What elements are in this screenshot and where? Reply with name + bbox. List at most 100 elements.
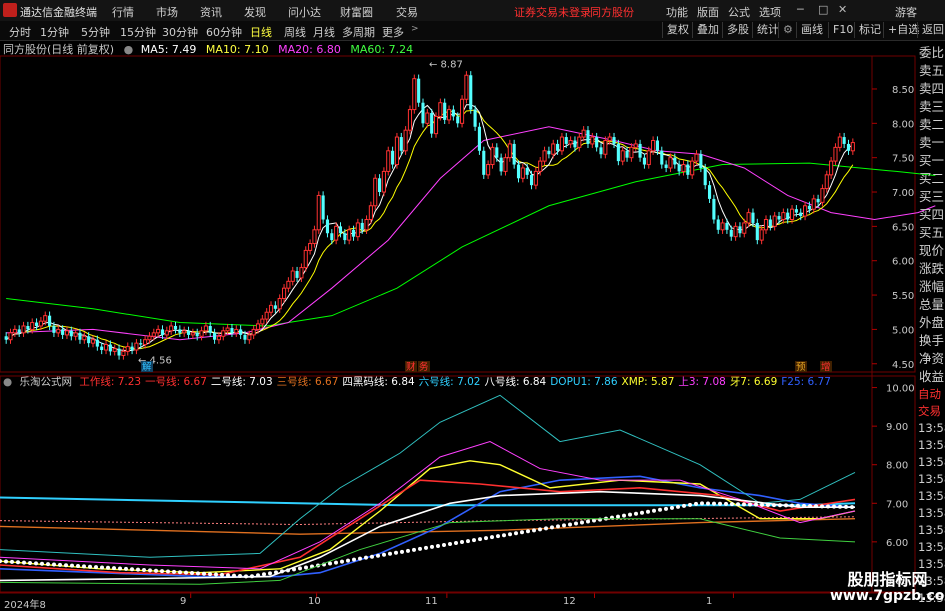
indicator-dot bbox=[802, 503, 806, 508]
indicator-dot bbox=[148, 568, 152, 573]
candle-body-down bbox=[325, 219, 330, 234]
sidebar-item[interactable]: 卖二 bbox=[917, 116, 945, 134]
candle-body-down bbox=[477, 126, 481, 151]
candle-body-down bbox=[729, 229, 733, 237]
indicator-dot bbox=[832, 504, 836, 509]
stock-chart[interactable]: 8.50 8.00 7.50 7.00 6.50 6.00 5.50 5.00 4.50 10.0… bbox=[0, 0, 945, 609]
x-label-nov: 11 bbox=[425, 596, 438, 607]
indicator-dot bbox=[136, 567, 140, 572]
candle-body-up bbox=[577, 136, 582, 148]
sidebar-time-item[interactable]: 13:58 bbox=[917, 522, 945, 539]
candle-body-down bbox=[499, 157, 503, 172]
sidebar-item[interactable]: 收益 bbox=[917, 368, 945, 386]
sidebar-item[interactable]: 买五 bbox=[917, 224, 945, 242]
indicator-dot bbox=[622, 513, 626, 518]
candle-body-up bbox=[38, 320, 43, 327]
indicator-dot bbox=[682, 503, 686, 508]
sidebar-item[interactable]: 卖四 bbox=[917, 80, 945, 98]
candle-body-up bbox=[520, 167, 525, 179]
indicator-dot bbox=[58, 562, 62, 567]
candle-body-up bbox=[277, 297, 282, 310]
candle-body-down bbox=[456, 116, 460, 124]
sidebar-time-item[interactable]: 自动 bbox=[917, 386, 945, 403]
indicator-dot bbox=[250, 574, 254, 579]
sidebar-item[interactable]: 总量 bbox=[917, 296, 945, 314]
sidebar-time-item[interactable]: 交易 bbox=[917, 403, 945, 420]
candle-body-down bbox=[768, 219, 772, 227]
candle-body-down bbox=[716, 219, 720, 230]
indicator-dot bbox=[124, 566, 128, 571]
sidebar-time-item[interactable]: 13:58 bbox=[917, 488, 945, 505]
indicator-dot bbox=[400, 549, 404, 554]
indicator-panel-frame bbox=[0, 375, 916, 593]
candle-body-up bbox=[433, 115, 439, 135]
indicator-dot bbox=[352, 557, 356, 562]
candle-body-down bbox=[338, 226, 343, 234]
candle-body-down bbox=[139, 343, 143, 345]
indicator-dot bbox=[208, 572, 212, 577]
candle-body-down bbox=[178, 329, 182, 333]
sidebar-time-item[interactable]: 13:58 bbox=[917, 454, 945, 471]
sidebar-item[interactable]: 换手 bbox=[917, 332, 945, 350]
indicator-dot bbox=[634, 511, 638, 516]
sidebar-item[interactable]: 买一 bbox=[917, 152, 945, 170]
sidebar-item[interactable]: 现价 bbox=[917, 242, 945, 260]
indicator-dot bbox=[166, 569, 170, 574]
sidebar-time-item[interactable]: 13:58 bbox=[917, 505, 945, 522]
sidebar-item[interactable]: 卖一 bbox=[917, 134, 945, 152]
sidebar-item[interactable]: 买三 bbox=[917, 188, 945, 206]
indicator-dot bbox=[718, 501, 722, 506]
indicator-dot bbox=[808, 504, 812, 509]
sidebar-item[interactable]: 卖五 bbox=[917, 62, 945, 80]
indicator-dot bbox=[820, 504, 824, 509]
sidebar-item[interactable]: 卖三 bbox=[917, 98, 945, 116]
sidebar-item[interactable]: 买四 bbox=[917, 206, 945, 224]
indicator-dot bbox=[274, 570, 278, 575]
sidebar-item[interactable]: 外盘 bbox=[917, 314, 945, 332]
indicator-dot bbox=[16, 560, 20, 565]
candle-body-up bbox=[156, 328, 161, 334]
sidebar-item[interactable]: 净资 bbox=[917, 350, 945, 368]
price-tick-label: 7.00 bbox=[892, 188, 914, 199]
sidebar-time-item[interactable]: 13:58 bbox=[917, 539, 945, 556]
indicator-dot bbox=[496, 534, 500, 539]
sidebar-time-item[interactable]: 13:58 bbox=[917, 420, 945, 437]
indicator-dot bbox=[34, 561, 38, 566]
candle-body-up bbox=[234, 328, 239, 334]
sidebar-time-item[interactable]: 13:58 bbox=[917, 471, 945, 488]
sidebar-item[interactable]: 买二 bbox=[917, 170, 945, 188]
candle-body-up bbox=[829, 160, 834, 176]
indicator-line-f25 bbox=[0, 475, 856, 578]
indicator-dot bbox=[448, 542, 452, 546]
indicator-dot bbox=[790, 503, 794, 508]
indicator-dot bbox=[568, 522, 572, 527]
candle-body-down bbox=[755, 222, 759, 241]
candle-body-up bbox=[633, 143, 638, 148]
indicator-dot bbox=[238, 573, 242, 578]
candle-body-up bbox=[251, 328, 256, 336]
indicator-dot bbox=[388, 551, 392, 556]
candle-body-up bbox=[260, 318, 265, 325]
indicator-dot bbox=[196, 571, 200, 576]
x-label-oct: 10 bbox=[308, 596, 321, 607]
indicator-dot bbox=[52, 562, 56, 567]
indicator-dot bbox=[616, 514, 620, 519]
sidebar-time-item[interactable]: 13:58 bbox=[917, 437, 945, 454]
indicator-dot bbox=[778, 503, 782, 508]
candle-body-up bbox=[151, 332, 156, 337]
sidebar-item[interactable]: 委比 bbox=[917, 44, 945, 62]
candle-body-down bbox=[512, 143, 516, 165]
sidebar-item[interactable]: 涨幅 bbox=[917, 278, 945, 296]
indicator-dot bbox=[406, 548, 410, 553]
candle-body-up bbox=[21, 325, 26, 334]
event-badge-label: 预 bbox=[796, 362, 806, 373]
indicator-dot bbox=[226, 573, 230, 578]
price-panel-frame bbox=[0, 55, 916, 373]
indicator-tick-label: 7.00 bbox=[886, 499, 908, 510]
candle-body-up bbox=[542, 150, 547, 162]
indicator-dot bbox=[748, 502, 752, 507]
candle-body-down bbox=[673, 157, 677, 165]
candle-body-down bbox=[321, 195, 325, 220]
candle-body-up bbox=[460, 98, 465, 124]
sidebar-item[interactable]: 涨跌 bbox=[917, 260, 945, 278]
